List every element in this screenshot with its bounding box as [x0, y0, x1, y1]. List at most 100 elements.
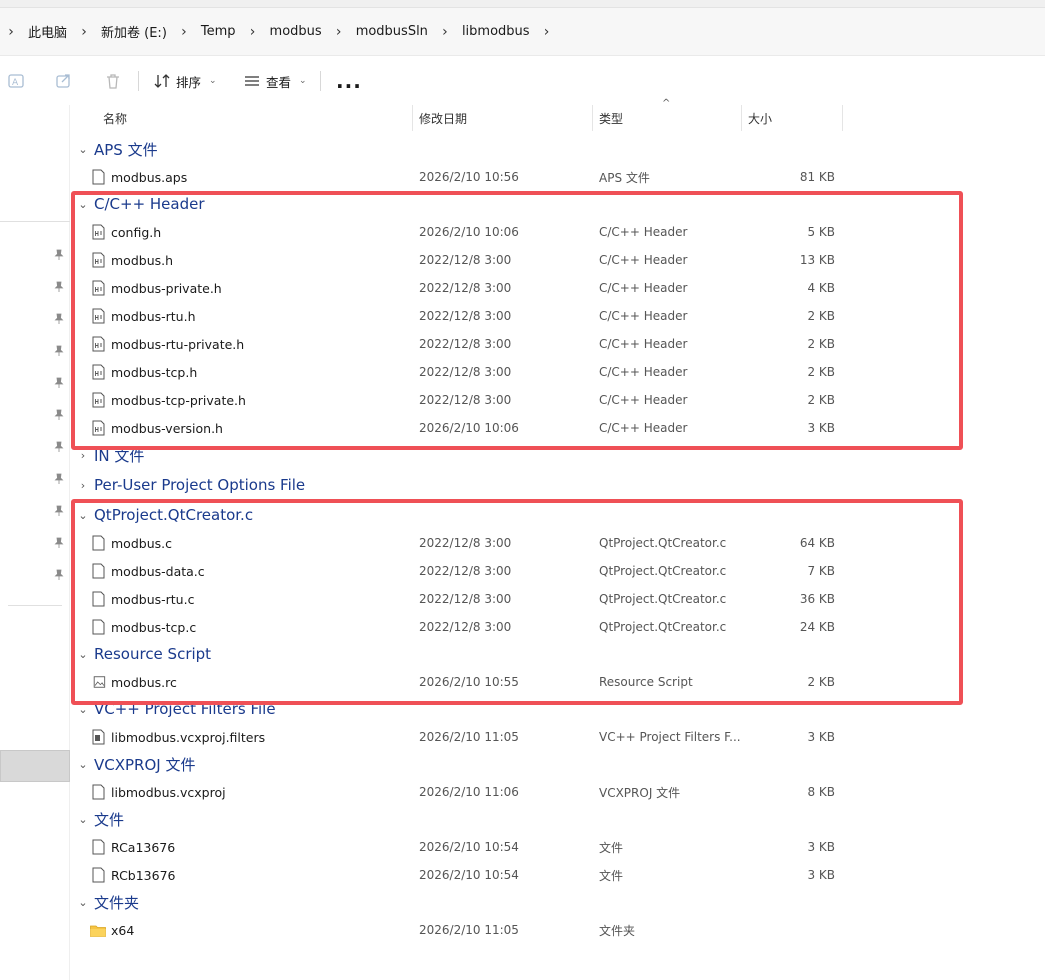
group-header-cpp-header[interactable]: ⌄ C/C++ Header [78, 191, 204, 217]
pin-icon[interactable] [54, 505, 64, 517]
header-file-icon [92, 392, 105, 408]
header-file-icon [92, 308, 105, 324]
file-row[interactable]: modbus-rtu.h 2022/12/8 3:00 C/C++ Header… [72, 302, 972, 330]
pin-icon[interactable] [54, 569, 64, 581]
column-header-name[interactable]: 名称 [103, 105, 403, 131]
group-header-resource-script[interactable]: ⌄ Resource Script [78, 641, 211, 667]
file-type: C/C++ Header [599, 225, 688, 239]
navigation-divider [8, 605, 62, 606]
share-icon[interactable] [54, 57, 74, 105]
file-row[interactable]: modbus-private.h 2022/12/8 3:00 C/C++ He… [72, 274, 972, 302]
group-header-vcxproj-filters[interactable]: ⌄ VC++ Project Filters File [78, 696, 275, 722]
breadcrumb-chevron-icon[interactable]: › [328, 8, 350, 56]
file-row[interactable]: modbus-tcp.h 2022/12/8 3:00 C/C++ Header… [72, 358, 972, 386]
file-date: 2026/2/10 10:54 [419, 840, 519, 854]
column-header-date[interactable]: 修改日期 [419, 105, 589, 131]
breadcrumb-chevron-icon[interactable]: › [434, 8, 456, 56]
file-size: 2 KB [807, 309, 835, 323]
breadcrumb-item-modbussln[interactable]: modbusSln [350, 24, 434, 39]
breadcrumb-chevron-icon[interactable]: › [0, 8, 22, 56]
column-header-size[interactable]: 大小 [748, 105, 838, 131]
file-size: 3 KB [807, 840, 835, 854]
view-label: 查看 [266, 74, 292, 90]
pin-icon[interactable] [54, 313, 64, 325]
blank-file-icon [92, 591, 105, 607]
file-name: modbus-tcp-private.h [111, 392, 246, 408]
breadcrumb-chevron-icon[interactable]: › [536, 8, 558, 56]
file-row[interactable]: modbus-tcp-private.h 2022/12/8 3:00 C/C+… [72, 386, 972, 414]
pin-icon[interactable] [54, 441, 64, 453]
file-name: modbus-private.h [111, 280, 222, 296]
view-button[interactable]: 查看 ⌄ [244, 57, 307, 105]
file-date: 2026/2/10 10:06 [419, 225, 519, 239]
file-row[interactable]: modbus-tcp.c 2022/12/8 3:00 QtProject.Qt… [72, 613, 972, 641]
header-file-icon [92, 420, 105, 436]
file-row[interactable]: modbus.rc 2026/2/10 10:55 Resource Scrip… [72, 668, 972, 696]
sort-icon [154, 74, 170, 88]
file-type: QtProject.QtCreator.c [599, 592, 727, 606]
chevron-down-icon: ⌄ [299, 76, 307, 86]
file-row[interactable]: modbus-data.c 2022/12/8 3:00 QtProject.Q… [72, 557, 972, 585]
file-row[interactable]: libmodbus.vcxproj.filters 2026/2/10 11:0… [72, 723, 972, 751]
group-header-aps[interactable]: ⌄ APS 文件 [78, 136, 157, 162]
file-name: modbus-version.h [111, 420, 223, 436]
column-header-type[interactable]: 类型 [599, 105, 739, 131]
pin-icon[interactable] [54, 537, 64, 549]
pin-icon[interactable] [54, 473, 64, 485]
file-type: VCXPROJ 文件 [599, 785, 681, 800]
breadcrumb-item-temp[interactable]: Temp [195, 24, 242, 39]
breadcrumb-item-libmodbus[interactable]: libmodbus [456, 24, 536, 39]
filters-file-icon [92, 729, 105, 745]
group-header-per-user-options[interactable]: › Per-User Project Options File [78, 472, 305, 498]
pin-icon[interactable] [54, 281, 64, 293]
file-row[interactable]: libmodbus.vcxproj 2026/2/10 11:06 VCXPRO… [72, 778, 972, 806]
header-file-icon [92, 336, 105, 352]
file-row[interactable]: RCb13676 2026/2/10 10:54 文件 3 KB [72, 861, 972, 889]
file-row[interactable]: modbus-rtu-private.h 2022/12/8 3:00 C/C+… [72, 330, 972, 358]
file-row[interactable]: x64 2026/2/10 11:05 文件夹 [72, 916, 972, 944]
address-bar[interactable]: › 此电脑 › 新加卷 (E:) › Temp › modbus › modbu… [0, 8, 1045, 56]
breadcrumb-chevron-icon[interactable]: › [173, 8, 195, 56]
file-row[interactable]: config.h 2026/2/10 10:06 C/C++ Header 5 … [72, 218, 972, 246]
breadcrumb-chevron-icon[interactable]: › [242, 8, 264, 56]
group-label: Per-User Project Options File [94, 476, 306, 494]
breadcrumb-chevron-icon[interactable]: › [73, 8, 95, 56]
file-row[interactable]: modbus.h 2022/12/8 3:00 C/C++ Header 13 … [72, 246, 972, 274]
delete-icon[interactable] [103, 57, 123, 105]
group-header-folder[interactable]: ⌄ 文件夹 [78, 889, 139, 915]
rename-icon[interactable]: A [6, 57, 26, 105]
pin-icon[interactable] [54, 377, 64, 389]
breadcrumb-item-drive-e[interactable]: 新加卷 (E:) [95, 22, 173, 41]
breadcrumb-item-modbus[interactable]: modbus [264, 24, 328, 39]
header-file-icon [92, 252, 105, 268]
file-row[interactable]: modbus-version.h 2026/2/10 10:06 C/C++ H… [72, 414, 972, 442]
sort-button[interactable]: 排序 ⌄ [154, 57, 217, 105]
pin-icon[interactable] [54, 345, 64, 357]
breadcrumb-item-this-pc[interactable]: 此电脑 [22, 22, 73, 41]
file-type: Resource Script [599, 675, 693, 689]
file-type: QtProject.QtCreator.c [599, 564, 727, 578]
file-row[interactable]: RCa13676 2026/2/10 10:54 文件 3 KB [72, 833, 972, 861]
group-header-in-file[interactable]: › IN 文件 [78, 442, 145, 468]
more-options-button[interactable]: ... [336, 57, 362, 105]
file-type: 文件 [599, 840, 624, 855]
file-row[interactable]: modbus-rtu.c 2022/12/8 3:00 QtProject.Qt… [72, 585, 972, 613]
navigation-selected-item[interactable] [0, 750, 70, 782]
pin-icon[interactable] [54, 409, 64, 421]
file-name: modbus.rc [111, 674, 177, 690]
svg-text:A: A [12, 78, 19, 88]
file-row[interactable]: modbus.aps 2026/2/10 10:56 APS 文件 81 KB [72, 163, 972, 191]
column-divider[interactable] [741, 105, 742, 131]
group-header-qtcreator-c[interactable]: ⌄ QtProject.QtCreator.c [78, 502, 253, 528]
chevron-right-icon: › [80, 478, 86, 492]
group-header-vcxproj[interactable]: ⌄ VCXPROJ 文件 [78, 751, 195, 777]
column-divider[interactable] [592, 105, 593, 131]
file-type: APS 文件 [599, 170, 650, 185]
group-header-file[interactable]: ⌄ 文件 [78, 806, 124, 832]
file-date: 2026/2/10 11:05 [419, 730, 519, 744]
column-divider[interactable] [412, 105, 413, 131]
file-row[interactable]: modbus.c 2022/12/8 3:00 QtProject.QtCrea… [72, 529, 972, 557]
column-divider[interactable] [842, 105, 843, 131]
file-size: 24 KB [799, 620, 835, 634]
pin-icon[interactable] [54, 249, 64, 261]
